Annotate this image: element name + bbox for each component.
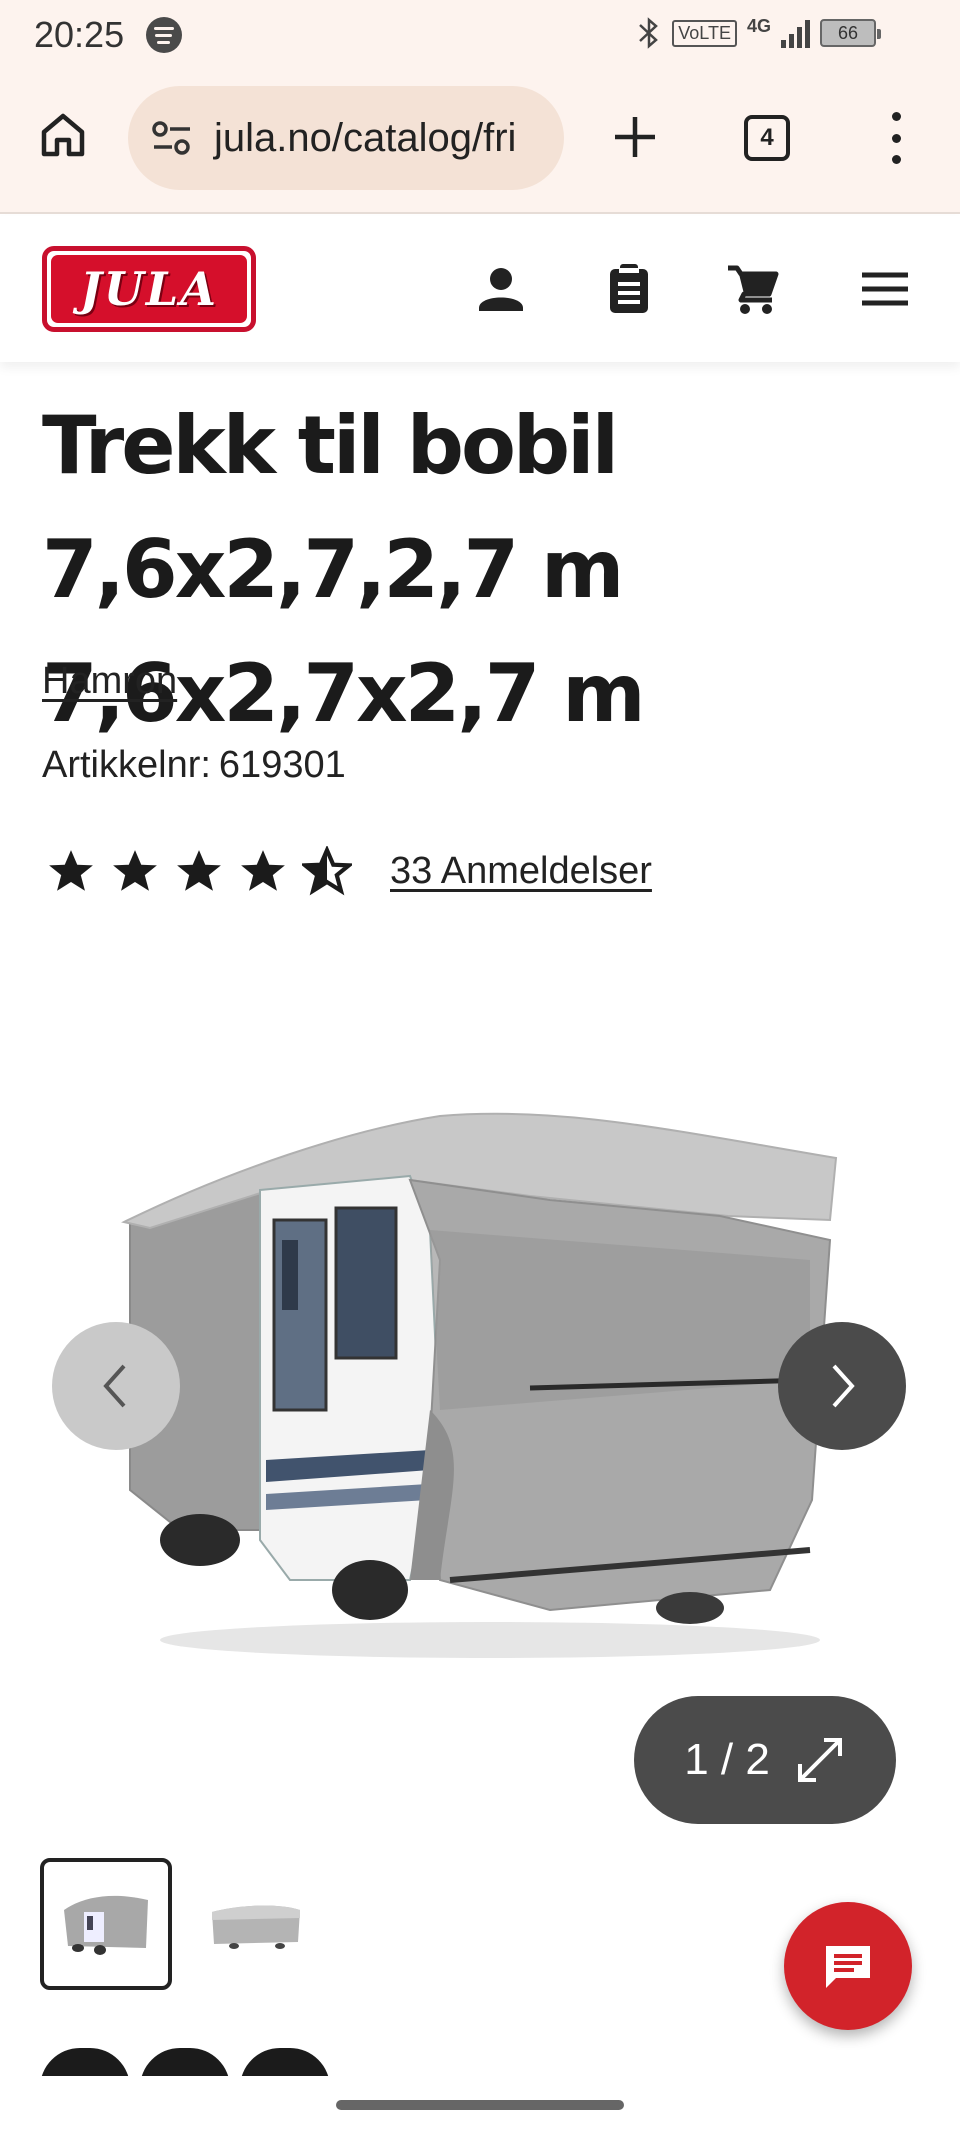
cart-icon[interactable] [726,262,780,316]
bluetooth-icon [639,17,659,49]
rating: 33 Anmeldelser [46,846,652,896]
jula-logo[interactable]: JULA [42,246,256,332]
clipboard-icon[interactable] [602,262,656,316]
image-counter-fullscreen-button[interactable]: 1 / 2 [634,1696,896,1824]
thumbnail-1[interactable] [40,1858,172,1990]
battery-icon: 66 [820,19,881,47]
next-image-button[interactable] [778,1322,906,1450]
tune-icon[interactable] [150,116,194,160]
account-icon[interactable] [474,262,528,316]
sku-label: Artikkelnr: [42,744,211,786]
logo-text: JULA [80,262,218,316]
chat-button[interactable] [784,1902,912,2030]
spotify-icon [146,17,182,53]
tab-switcher-button[interactable]: 4 [744,115,790,161]
sku-line: Artikkelnr: 619301 [42,744,346,787]
menu-icon[interactable] [858,262,912,316]
star-filled-icon [241,850,285,891]
star-filled-icon [177,850,221,891]
site-header: JULA [0,216,960,362]
gesture-nav-handle[interactable] [336,2100,624,2110]
expand-icon [797,1738,842,1782]
more-vert-icon[interactable] [884,112,908,164]
price-peek [40,2048,420,2076]
chevron-right-icon [832,1364,855,1408]
volte-badge: VoLTE [672,19,737,47]
brand-link[interactable]: Hamron [42,660,177,703]
thumbnail-image [64,1895,148,1955]
product-image-motorhome-cover[interactable] [110,1110,850,1670]
status-icons: VoLTE 4G 66 [636,16,881,50]
chat-icon [826,1946,870,1988]
home-icon[interactable] [38,110,88,160]
chevron-left-icon [103,1364,126,1408]
plus-icon[interactable] [610,112,660,162]
signal-icon [781,18,810,48]
status-time: 20:25 [34,14,125,55]
address-bar[interactable]: jula.no/catalog/fri [128,86,564,190]
network-type: 4G [746,16,771,36]
sku-value: 619301 [218,744,346,786]
star-filled-icon [49,850,93,891]
battery-level: 66 [837,23,859,43]
star-filled-icon [113,850,157,891]
thumbnail-2[interactable] [190,1858,322,1990]
image-gallery[interactable]: 1 / 2 [0,1000,960,1824]
image-counter: 1 / 2 [684,1735,770,1784]
url-text[interactable]: jula.no/catalog/fri [214,116,516,161]
thumbnail-image [212,1905,300,1949]
browser-chrome: 20:25 VoLTE 4G 66 jula.no/catalog/fri 4 [0,0,960,214]
star-half-icon [302,846,352,896]
previous-image-button[interactable] [52,1322,180,1450]
reviews-link[interactable]: 33 Anmeldelser [390,850,652,893]
